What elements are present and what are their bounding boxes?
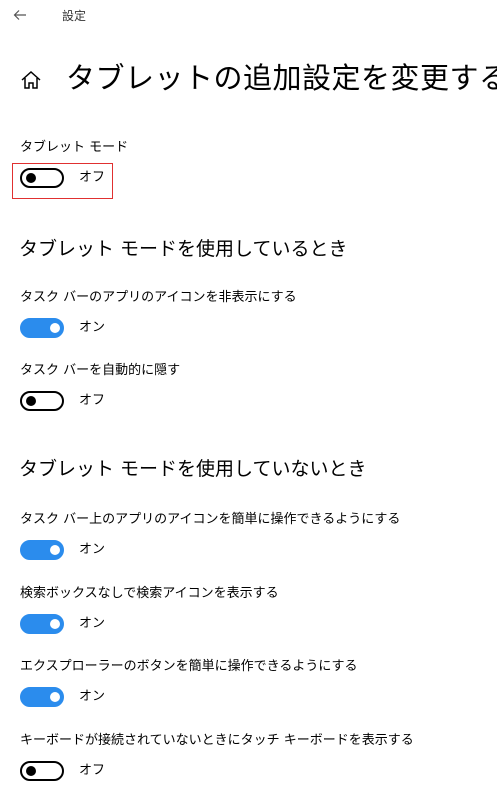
- hide-taskbar-icons-toggle[interactable]: [20, 318, 64, 338]
- toggle-state-label: オン: [79, 542, 106, 557]
- toggle-state-label: オフ: [79, 763, 106, 778]
- setting-label: エクスプローラーのボタンを簡単に操作できるようにする: [20, 659, 358, 674]
- setting-label: キーボードが接続されていないときにタッチ キーボードを表示する: [20, 733, 414, 748]
- search-icon-toggle[interactable]: [20, 614, 64, 634]
- setting-label: タスク バーのアプリのアイコンを非表示にする: [20, 290, 297, 305]
- toggle-state-label: オン: [79, 616, 106, 631]
- toggle-row[interactable]: オフ: [20, 390, 480, 412]
- toggle-row[interactable]: オン: [20, 686, 480, 708]
- setting-hide-taskbar-icons: タスク バーのアプリのアイコンを非表示にする オン: [20, 289, 480, 339]
- toggle-row[interactable]: オフ: [20, 760, 480, 782]
- toggle-state-label: オン: [79, 320, 106, 335]
- easy-taskbar-icons-toggle[interactable]: [20, 540, 64, 560]
- setting-touch-keyboard: キーボードが接続されていないときにタッチ キーボードを表示する オフ: [20, 732, 480, 782]
- section-heading-tablet-mode-on: タブレット モードを使用しているとき: [19, 238, 348, 260]
- back-arrow-icon: [13, 10, 26, 20]
- highlight-box: [12, 163, 113, 199]
- explorer-buttons-toggle[interactable]: [20, 687, 64, 707]
- app-title: 設定: [62, 9, 87, 23]
- section-heading-tablet-mode-off: タブレット モードを使用していないとき: [19, 458, 367, 480]
- setting-label: 検索ボックスなしで検索アイコンを表示する: [20, 586, 279, 601]
- toggle-state-label: オフ: [79, 393, 106, 408]
- toggle-knob: [50, 619, 60, 629]
- toggle-knob: [50, 692, 60, 702]
- setting-search-icon: 検索ボックスなしで検索アイコンを表示する オン: [20, 585, 480, 635]
- setting-explorer-buttons: エクスプローラーのボタンを簡単に操作できるようにする オン: [20, 658, 480, 708]
- toggle-knob: [50, 323, 60, 333]
- title-bar: 設定: [0, 0, 497, 32]
- page-title: タブレットの追加設定を変更する: [66, 61, 497, 95]
- back-button[interactable]: [9, 4, 31, 26]
- page-header: タブレットの追加設定を変更する: [0, 56, 497, 102]
- touch-keyboard-toggle[interactable]: [20, 761, 64, 781]
- home-icon: [21, 70, 41, 89]
- toggle-row[interactable]: オン: [20, 539, 480, 561]
- auto-hide-taskbar-toggle[interactable]: [20, 391, 64, 411]
- toggle-knob: [50, 545, 60, 555]
- setting-auto-hide-taskbar: タスク バーを自動的に隠す オフ: [20, 362, 480, 412]
- setting-label: タスク バー上のアプリのアイコンを簡単に操作できるようにする: [20, 512, 401, 527]
- setting-label: タスク バーを自動的に隠す: [20, 363, 181, 378]
- setting-label: タブレット モード: [20, 140, 129, 155]
- toggle-row[interactable]: オン: [20, 317, 480, 339]
- toggle-knob: [26, 396, 36, 406]
- toggle-knob: [26, 766, 36, 776]
- toggle-state-label: オン: [79, 689, 106, 704]
- setting-easy-taskbar-icons: タスク バー上のアプリのアイコンを簡単に操作できるようにする オン: [20, 511, 480, 561]
- toggle-row[interactable]: オン: [20, 613, 480, 635]
